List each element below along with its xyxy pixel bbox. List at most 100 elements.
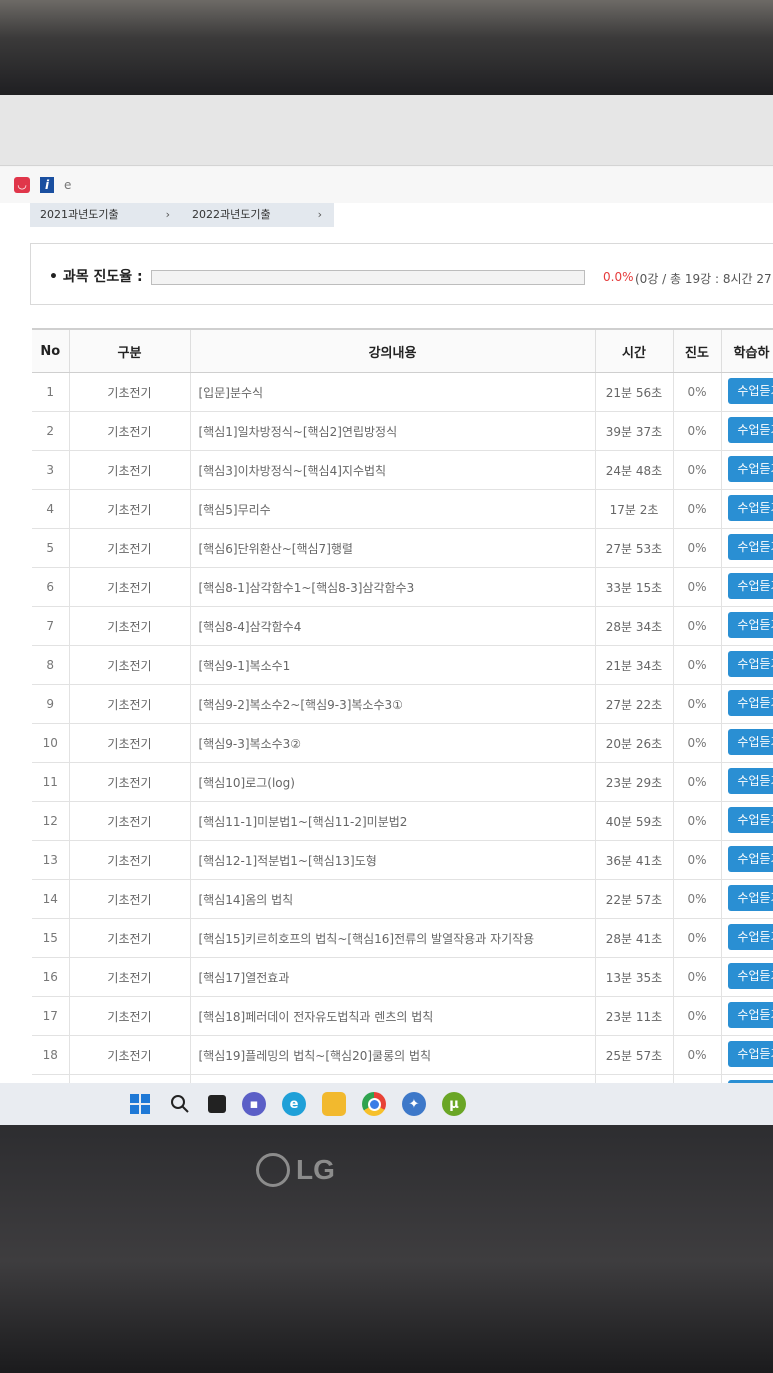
lecture-table: No 구분 강의내용 시간 진도 학습하 1 기초전기 [입문]분수식 21분 56초… <box>32 328 773 1114</box>
row-time: 22분 57초 <box>595 879 674 919</box>
table-row: 10기초전기[핵심9-3]복소수3②20분 26초0%수업듣기 <box>32 723 773 763</box>
row-time: 23분 11초 <box>595 996 674 1036</box>
row-progress: 0% <box>673 645 722 685</box>
row-action: 수업듣기 <box>721 840 773 880</box>
watch-lecture-button[interactable]: 수업듣기 <box>727 689 773 716</box>
row-category: 기초전기 <box>69 567 191 607</box>
row-action: 수업듣기 <box>721 606 773 646</box>
row-category: 기초전기 <box>69 996 191 1036</box>
watch-lecture-button[interactable]: 수업듣기 <box>727 728 773 755</box>
watch-lecture-button[interactable]: 수업듣기 <box>727 884 773 911</box>
table-row: 16기초전기[핵심17]열전효과13분 35초0%수업듣기 <box>32 957 773 997</box>
row-progress: 0% <box>673 840 722 880</box>
watch-lecture-button[interactable]: 수업듣기 <box>727 377 773 404</box>
table-row: 12 기초전기 [핵심11-1]미분법1~[핵심11-2]미분법2 40분 59초 0%… <box>32 801 773 841</box>
edge-icon[interactable]: e <box>282 1092 306 1116</box>
row-progress: 0% <box>673 684 722 724</box>
monitor-top-bezel <box>0 0 773 95</box>
row-action: 수업듣기 <box>721 723 773 763</box>
row-action: 수업듣기 <box>721 489 773 529</box>
pocket-icon[interactable]: ◡ <box>14 177 30 193</box>
col-progress: 진도 <box>673 328 722 373</box>
table-row: 8기초전기[핵심9-1]복소수121분 34초0%수업듣기 <box>32 645 773 685</box>
col-no: No <box>32 328 70 373</box>
row-time: 27분 53초 <box>595 528 674 568</box>
info-icon[interactable]: i <box>40 177 54 193</box>
tab-2021[interactable]: 2021과년도기출 › <box>30 203 182 227</box>
row-time: 13분 35초 <box>595 957 674 997</box>
row-action: 수업듣기 <box>721 567 773 607</box>
row-progress: 0% <box>673 606 722 646</box>
search-icon[interactable] <box>168 1092 192 1116</box>
monitor-bottom-bezel <box>0 1125 773 1373</box>
row-title: [핵심8-1]삼각함수1~[핵심8-3]삼각함수3 <box>190 567 596 607</box>
progress-label: • 과목 진도율 : <box>49 269 143 285</box>
row-category: 기초전기 <box>69 723 191 763</box>
row-number: 11 <box>32 762 70 802</box>
row-action: 수업듣기 <box>721 801 773 841</box>
row-time: 40분 59초 <box>595 801 674 841</box>
row-title: [핵심6]단위환산~[핵심7]행렬 <box>190 528 596 568</box>
watch-lecture-button[interactable]: 수업듣기 <box>727 806 773 833</box>
table-row: 15 기초전기 [핵심15]키르히호프의 법칙~[핵심16]전류의 발열작용과 자기… <box>32 918 773 958</box>
row-category: 기초전기 <box>69 372 191 412</box>
chrome-icon[interactable] <box>362 1092 386 1116</box>
row-time: 23분 29초 <box>595 762 674 802</box>
table-row: 2기초전기[핵심1]일차방정식~[핵심2]연립방정식39분 37초0%수업듣기 <box>32 411 773 451</box>
task-view-icon[interactable] <box>208 1095 226 1113</box>
watch-lecture-button[interactable]: 수업듣기 <box>727 845 773 872</box>
row-time: 39분 37초 <box>595 411 674 451</box>
app-icon[interactable]: ✦ <box>402 1092 426 1116</box>
row-number: 12 <box>32 801 70 841</box>
row-action: 수업듣기 <box>721 918 773 958</box>
watch-lecture-button[interactable]: 수업듣기 <box>727 455 773 482</box>
row-category: 기초전기 <box>69 606 191 646</box>
row-number: 3 <box>32 450 70 490</box>
tab-2022-label: 2022과년도기출 <box>192 208 271 221</box>
row-category: 기초전기 <box>69 957 191 997</box>
row-progress: 0% <box>673 879 722 919</box>
watch-lecture-button[interactable]: 수업듣기 <box>727 533 773 560</box>
utorrent-icon[interactable]: µ <box>442 1092 466 1116</box>
progress-percent: 0.0% <box>603 270 634 284</box>
watch-lecture-button[interactable]: 수업듣기 <box>727 611 773 638</box>
row-action: 수업듣기 <box>721 372 773 412</box>
watch-lecture-button[interactable]: 수업듣기 <box>727 767 773 794</box>
row-action: 수업듣기 <box>721 996 773 1036</box>
row-progress: 0% <box>673 723 722 763</box>
row-number: 4 <box>32 489 70 529</box>
row-time: 17분 2초 <box>595 489 674 529</box>
file-explorer-icon[interactable] <box>322 1092 346 1116</box>
col-action: 학습하 <box>721 328 773 373</box>
chat-icon[interactable]: ▪ <box>242 1092 266 1116</box>
row-title: [핵심18]페러데이 전자유도법칙과 렌츠의 법칙 <box>190 996 596 1036</box>
watch-lecture-button[interactable]: 수업듣기 <box>727 962 773 989</box>
watch-lecture-button[interactable]: 수업듣기 <box>727 923 773 950</box>
watch-lecture-button[interactable]: 수업듣기 <box>727 572 773 599</box>
bookmark-e[interactable]: e <box>64 178 71 192</box>
table-row: 5기초전기[핵심6]단위환산~[핵심7]행렬27분 53초0%수업듣기 <box>32 528 773 568</box>
row-category: 기초전기 <box>69 840 191 880</box>
watch-lecture-button[interactable]: 수업듣기 <box>727 650 773 677</box>
table-row: 17 기초전기 [핵심18]페러데이 전자유도법칙과 렌츠의 법칙 23분 11초 0%… <box>32 996 773 1036</box>
row-category: 기초전기 <box>69 801 191 841</box>
table-row: 1기초전기[입문]분수식21분 56초0%수업듣기 <box>32 372 773 412</box>
row-title: [핵심12-1]적분법1~[핵심13]도형 <box>190 840 596 880</box>
row-action: 수업듣기 <box>721 1035 773 1075</box>
watch-lecture-button[interactable]: 수업듣기 <box>727 1001 773 1028</box>
row-number: 1 <box>32 372 70 412</box>
watch-lecture-button[interactable]: 수업듣기 <box>727 1040 773 1067</box>
row-progress: 0% <box>673 957 722 997</box>
watch-lecture-button[interactable]: 수업듣기 <box>727 494 773 521</box>
tab-2022[interactable]: 2022과년도기출 › <box>182 203 334 227</box>
windows-start-icon[interactable] <box>128 1092 152 1116</box>
row-time: 28분 41초 <box>595 918 674 958</box>
row-time: 24분 48초 <box>595 450 674 490</box>
table-row: 7기초전기[핵심8-4]삼각함수428분 34초0%수업듣기 <box>32 606 773 646</box>
row-action: 수업듣기 <box>721 411 773 451</box>
row-progress: 0% <box>673 996 722 1036</box>
watch-lecture-button[interactable]: 수업듣기 <box>727 416 773 443</box>
row-number: 16 <box>32 957 70 997</box>
row-title: [핵심8-4]삼각함수4 <box>190 606 596 646</box>
row-progress: 0% <box>673 762 722 802</box>
